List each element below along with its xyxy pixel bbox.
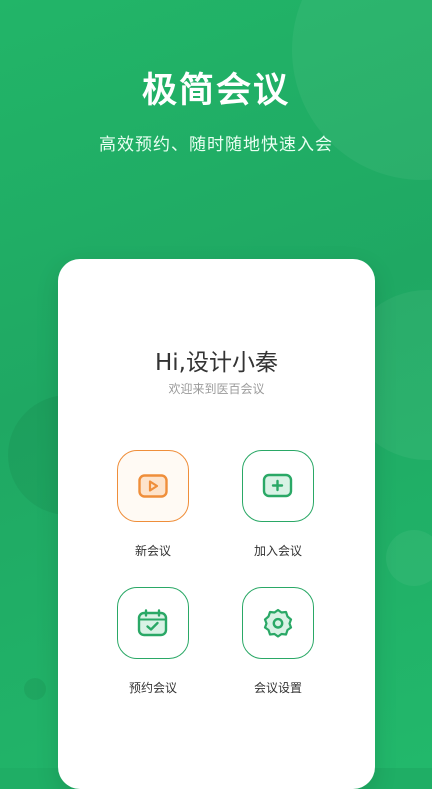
join-meeting-button[interactable]: 加入会议	[223, 450, 333, 559]
welcome-text: 欢迎来到医百会议	[168, 382, 265, 396]
new-meeting-label: 新会议	[134, 544, 171, 558]
join-meeting-label: 加入会议	[253, 544, 302, 558]
meeting-settings-button[interactable]: 会议设置	[223, 587, 333, 696]
video-play-icon	[138, 473, 168, 499]
decor-blob	[386, 530, 432, 586]
welcome-card: Hi,设计小秦 欢迎来到医百会议 新会议 加入会议 预约会议 会议设置	[58, 259, 375, 789]
new-meeting-tile[interactable]	[117, 450, 189, 522]
calendar-check-icon	[137, 608, 169, 638]
hero-title: 极简会议	[141, 71, 290, 111]
join-meeting-tile[interactable]	[242, 450, 314, 522]
schedule-meeting-tile[interactable]	[117, 587, 189, 659]
hero-subtitle: 高效预约、随时随地快速入会	[99, 135, 333, 155]
decor-blob	[24, 678, 46, 700]
meeting-settings-tile[interactable]	[242, 587, 314, 659]
plus-box-icon	[262, 472, 294, 500]
new-meeting-button[interactable]: 新会议	[98, 450, 208, 559]
greeting-text: Hi,设计小秦	[155, 350, 278, 376]
meeting-settings-label: 会议设置	[253, 681, 302, 695]
schedule-meeting-label: 预约会议	[128, 681, 177, 695]
gear-icon	[262, 607, 294, 639]
schedule-meeting-button[interactable]: 预约会议	[98, 587, 208, 696]
